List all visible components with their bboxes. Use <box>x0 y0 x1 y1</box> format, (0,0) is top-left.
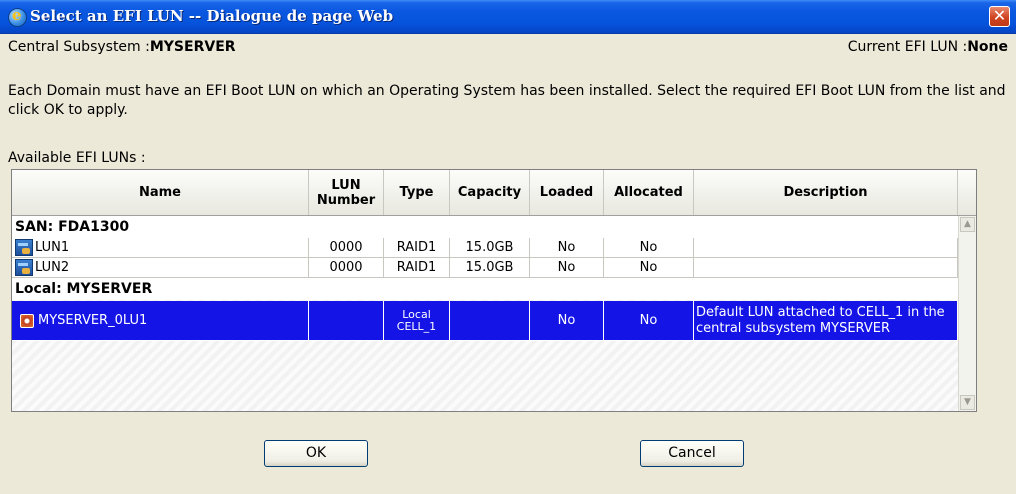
table-row-selected[interactable]: MYSERVER_0LU1 Local CELL_1 No No Default… <box>12 301 958 341</box>
available-luns-label: Available EFI LUNs : <box>8 150 146 166</box>
lun-number-cell: 0000 <box>309 238 384 258</box>
ie-icon <box>8 6 27 27</box>
instruction-text: Each Domain must have an EFI Boot LUN on… <box>8 83 1006 118</box>
capacity-cell: 15.0GB <box>450 258 530 278</box>
current-efi-lun: Current EFI LUN :None <box>848 39 1008 55</box>
title-bar: Select an EFI LUN -- Dialogue de page We… <box>0 0 1016 34</box>
allocated-cell: No <box>604 258 694 278</box>
table-body: SAN: FDA1300 LUN1 0000 RAID1 15.0GB No N… <box>12 216 958 411</box>
allocated-cell: No <box>604 238 694 258</box>
window-title: Select an EFI LUN -- Dialogue de page We… <box>30 7 394 25</box>
group-header-local: Local: MYSERVER <box>12 278 958 300</box>
subsystem-value: MYSERVER <box>149 39 236 55</box>
loaded-cell: No <box>530 258 604 278</box>
lun-number-cell: 0000 <box>309 258 384 278</box>
col-header-type[interactable]: Type <box>384 170 450 215</box>
name-cell: LUN1 <box>12 238 309 258</box>
name-cell: LUN2 <box>12 258 309 278</box>
central-subsystem: Central Subsystem :MYSERVER <box>8 39 236 55</box>
capacity-cell <box>450 301 530 341</box>
description-cell <box>694 258 958 278</box>
scroll-down-icon[interactable]: ▼ <box>960 395 975 410</box>
allocated-cell: No <box>604 301 694 341</box>
col-header-lun-number[interactable]: LUN Number <box>309 170 384 215</box>
type-cell: Local CELL_1 <box>384 301 450 341</box>
table-row[interactable]: LUN2 0000 RAID1 15.0GB No No <box>12 258 958 278</box>
name-cell: MYSERVER_0LU1 <box>12 301 309 341</box>
group-header-san: SAN: FDA1300 <box>12 216 958 238</box>
subsystem-label: Central Subsystem : <box>8 39 150 55</box>
current-lun-value: None <box>967 39 1008 55</box>
loaded-cell: No <box>530 238 604 258</box>
description-cell: Default LUN attached to CELL_1 in the ce… <box>694 301 958 341</box>
close-button[interactable]: ✕ <box>989 6 1010 27</box>
col-header-allocated[interactable]: Allocated <box>604 170 694 215</box>
table-header: Name LUN Number Type Capacity Loaded All… <box>12 170 976 216</box>
cancel-button[interactable]: Cancel <box>640 440 744 467</box>
san-lun-icon <box>15 259 33 276</box>
type-cell: RAID1 <box>384 258 450 278</box>
ok-button[interactable]: OK <box>264 440 368 467</box>
table-row[interactable]: LUN1 0000 RAID1 15.0GB No No <box>12 238 958 258</box>
current-lun-label: Current EFI LUN : <box>847 39 968 55</box>
col-header-loaded[interactable]: Loaded <box>530 170 604 215</box>
loaded-cell: No <box>530 301 604 341</box>
col-header-capacity[interactable]: Capacity <box>450 170 530 215</box>
lun-table: Name LUN Number Type Capacity Loaded All… <box>11 169 977 412</box>
local-lun-icon <box>20 313 34 328</box>
vertical-scrollbar[interactable]: ▲ ▼ <box>958 216 976 411</box>
capacity-cell: 15.0GB <box>450 238 530 258</box>
col-header-name[interactable]: Name <box>12 170 309 215</box>
scroll-up-icon[interactable]: ▲ <box>960 217 975 232</box>
type-cell: RAID1 <box>384 238 450 258</box>
col-header-description[interactable]: Description <box>694 170 958 215</box>
description-cell <box>694 238 958 258</box>
lun-number-cell <box>309 301 384 341</box>
san-lun-icon <box>15 239 33 256</box>
